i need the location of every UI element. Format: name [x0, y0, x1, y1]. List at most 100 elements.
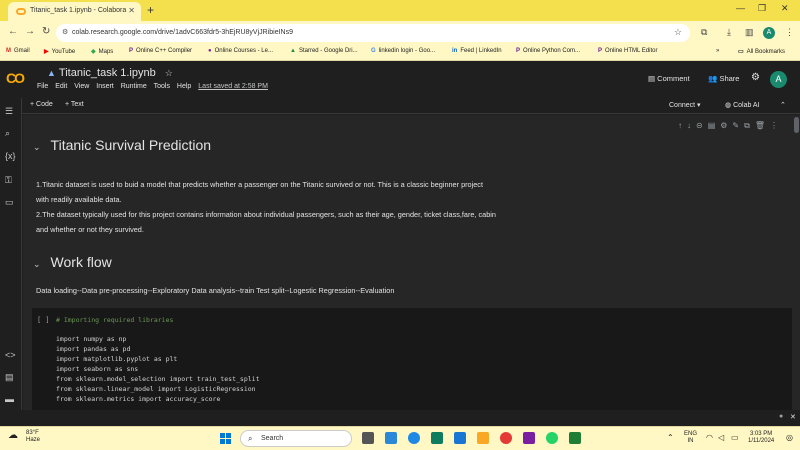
start-button[interactable]: [220, 433, 231, 444]
notebook-title[interactable]: ▲ Titanic_task 1.ipynb ☆: [47, 67, 173, 79]
drive-icon: ▲: [47, 68, 56, 78]
profile-avatar[interactable]: A: [763, 27, 775, 39]
menu-file[interactable]: File: [37, 83, 48, 90]
files-folder-icon[interactable]: ▭: [5, 197, 14, 208]
menu-runtime[interactable]: Runtime: [121, 83, 147, 90]
forward-icon[interactable]: →: [25, 26, 35, 37]
search-icon: ⌕: [248, 434, 253, 443]
menu-tools[interactable]: Tools: [154, 83, 170, 90]
code-cell[interactable]: [ ] # Importing required libraries impor…: [32, 308, 792, 410]
menu-icon[interactable]: ⋮: [785, 27, 794, 38]
bookmark-html-editor[interactable]: P Online HTML Editor: [598, 48, 657, 54]
workflow-text: Data loading--Data pre-processing--Explo…: [36, 286, 395, 295]
folder-icon[interactable]: [477, 432, 489, 444]
add-code-button[interactable]: + Code: [30, 101, 53, 108]
bookmarks-overflow-icon[interactable]: »: [716, 48, 719, 54]
code-snippets-icon[interactable]: <>: [5, 350, 16, 360]
menu-insert[interactable]: Insert: [96, 83, 114, 90]
menu-bar: File Edit View Insert Runtime Tools Help…: [37, 83, 273, 90]
star-icon[interactable]: ☆: [165, 68, 173, 78]
browser-tab[interactable]: Titanic_task 1.ipynb - Colabora ✕: [8, 2, 141, 21]
close-status-icon[interactable]: ✕: [790, 413, 796, 421]
connect-button[interactable]: Connect ▾: [669, 101, 701, 109]
show-hidden-icons[interactable]: ⌃: [667, 434, 674, 442]
bookmark-maps[interactable]: ◆ Maps: [91, 48, 113, 55]
bookmark-google-drive[interactable]: ▲ Starred - Google Dri...: [290, 48, 358, 54]
menu-view[interactable]: View: [74, 83, 89, 90]
comment-button[interactable]: ▤ Comment: [648, 74, 690, 83]
new-tab-button[interactable]: +: [147, 3, 154, 17]
paragraph-2: 2.The dataset typically used for this pr…: [36, 210, 496, 234]
weather-widget[interactable]: ☁ 83°F Haze: [8, 430, 40, 444]
command-palette-icon[interactable]: ▤: [5, 372, 14, 383]
share-button[interactable]: 👥 Share: [708, 74, 739, 83]
extensions-icon[interactable]: ⧉: [701, 27, 707, 38]
bookmark-gmail[interactable]: M Gmail: [6, 48, 30, 54]
table-of-contents-icon[interactable]: ☰: [5, 106, 13, 117]
file-explorer-icon[interactable]: [385, 432, 397, 444]
colab-ai-button[interactable]: ◍ Colab AI: [725, 101, 760, 109]
whatsapp-icon[interactable]: [546, 432, 558, 444]
folder-icon: ▭: [738, 49, 744, 55]
clock[interactable]: 3:03 PM 1/11/2024: [748, 431, 774, 445]
bookmark-python-compiler[interactable]: P Online Python Com...: [516, 48, 580, 54]
store-icon[interactable]: [431, 432, 443, 444]
notebook-content: ↑↓⊝▤⚙✎⧉🗑⋮ ⌄ Titanic Survival Prediction 1…: [23, 115, 793, 410]
settings-gear-icon[interactable]: ⚙: [751, 72, 760, 83]
todo-icon[interactable]: [454, 432, 466, 444]
collapse-header-icon[interactable]: ⌃: [780, 101, 786, 109]
bookmark-star-icon[interactable]: ☆: [674, 27, 682, 38]
paragraph-1: 1.Titanic dataset is used to buid a mode…: [36, 180, 483, 204]
colab-ai-icon: ◍: [725, 102, 734, 109]
all-bookmarks[interactable]: ▭ All Bookmarks: [738, 48, 785, 55]
close-window-icon[interactable]: ✕: [781, 3, 789, 14]
reload-icon[interactable]: ↻: [42, 26, 50, 37]
colab-header: CO ▲ Titanic_task 1.ipynb ☆ File Edit Vie…: [0, 61, 800, 98]
variables-icon[interactable]: {x}: [5, 151, 16, 161]
task-view-icon[interactable]: [362, 432, 374, 444]
add-text-button[interactable]: + Text: [65, 101, 84, 108]
excel-icon[interactable]: [569, 432, 581, 444]
search-icon[interactable]: ⌕: [5, 128, 10, 139]
maximize-icon[interactable]: ❐: [758, 3, 766, 14]
minimize-icon[interactable]: —: [736, 3, 745, 13]
close-tab-icon[interactable]: ✕: [128, 6, 135, 15]
url-input[interactable]: ⚙ colab.research.google.com/drive/1advC6…: [56, 24, 690, 42]
account-avatar[interactable]: A: [770, 71, 787, 88]
wifi-icon[interactable]: ◠: [706, 434, 713, 442]
collapse-chevron-icon[interactable]: ⌄: [33, 259, 41, 269]
notebook-toolbar: + Code + Text Connect ▾ ◍ Colab AI ⌃: [22, 98, 800, 114]
menu-edit[interactable]: Edit: [55, 83, 67, 90]
scrollbar-thumb[interactable]: [794, 117, 799, 133]
bookmark-linkedin-feed[interactable]: in Feed | LinkedIn: [452, 48, 502, 54]
colab-logo[interactable]: CO: [6, 70, 25, 86]
bookmark-youtube[interactable]: ▶ YouTube: [44, 48, 75, 55]
code-comment: # Importing required libraries: [56, 316, 174, 324]
collapse-chevron-icon[interactable]: ⌄: [33, 142, 41, 152]
bookmark-linkedin-search[interactable]: Glinkedin login - Goo...: [371, 48, 435, 54]
url-text: colab.research.google.com/drive/1advC663…: [72, 29, 293, 36]
volume-icon[interactable]: ◁: [718, 434, 724, 442]
download-icon[interactable]: ⤓: [727, 27, 731, 38]
site-info-icon[interactable]: ⚙: [62, 28, 68, 36]
battery-icon[interactable]: ▭: [731, 434, 739, 442]
run-cell-button[interactable]: [ ]: [37, 316, 50, 324]
language-indicator[interactable]: ENG IN: [684, 431, 697, 445]
bookmark-cpp-compiler[interactable]: P Online C++ Compiler: [129, 48, 192, 54]
app-icon[interactable]: [523, 432, 535, 444]
side-panel-icon[interactable]: ▥: [745, 27, 754, 38]
taskbar-search[interactable]: ⌕ Search: [240, 430, 352, 447]
notebook-scrollbar[interactable]: [793, 115, 800, 410]
code-line: import numpy as np: [56, 335, 127, 343]
terminal-icon[interactable]: ▬: [5, 394, 14, 404]
brave-icon[interactable]: [500, 432, 512, 444]
back-icon[interactable]: ←: [8, 26, 18, 37]
cell-toolbar[interactable]: ↑↓⊝▤⚙✎⧉🗑⋮: [678, 121, 783, 131]
edge-icon[interactable]: [408, 432, 420, 444]
secrets-key-icon[interactable]: ⚿: [5, 175, 12, 186]
bookmark-online-courses[interactable]: ● Online Courses - Le...: [208, 48, 273, 54]
notifications-icon[interactable]: ◎: [786, 434, 793, 442]
last-saved-link[interactable]: Last saved at 2:58 PM: [198, 83, 268, 90]
haze-weather-icon: ☁: [8, 430, 18, 441]
menu-help[interactable]: Help: [177, 83, 191, 90]
